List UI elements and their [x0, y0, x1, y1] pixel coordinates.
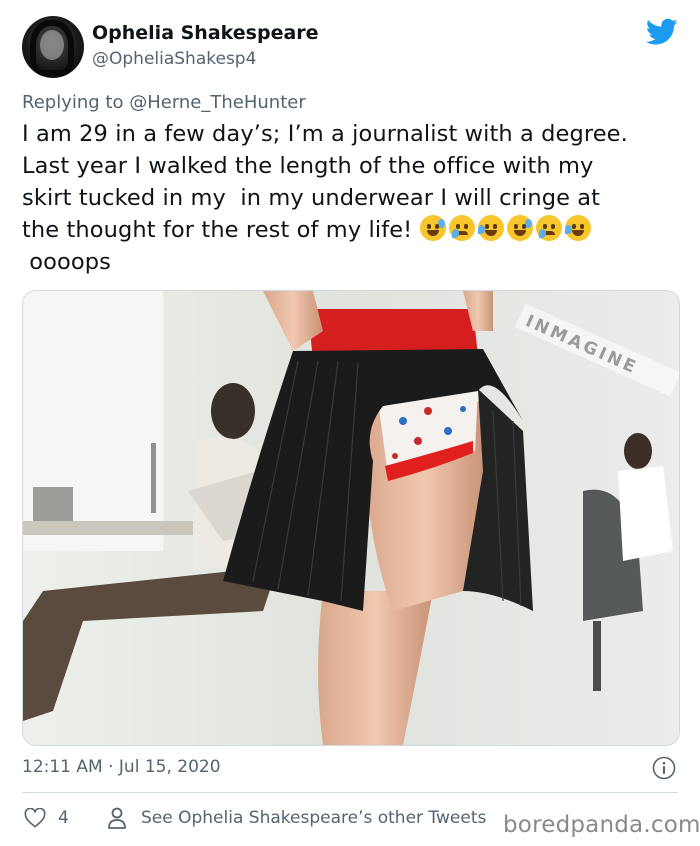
- author-name[interactable]: Ophelia Shakespeare: [92, 22, 319, 44]
- tweet-line-2: Last year I walked the length of the off…: [22, 153, 594, 179]
- like-count[interactable]: 4: [58, 808, 69, 828]
- tweet-media-image[interactable]: INMAGINE: [22, 290, 680, 746]
- office-photo: INMAGINE: [23, 291, 679, 745]
- divider: [22, 792, 678, 793]
- tweet-line-1: I am 29 in a few day’s; I’m a journalist…: [22, 121, 628, 147]
- joy-emoji-icon: [477, 215, 504, 241]
- reply-prefix: Replying to: [22, 92, 130, 113]
- sweat-smile-emoji-icon: [506, 215, 533, 241]
- tweet-timestamp[interactable]: 12:11 AM · Jul 15, 2020: [22, 757, 221, 777]
- person-icon[interactable]: [107, 807, 127, 829]
- tweet-last-line: oooops: [22, 249, 111, 275]
- heart-icon[interactable]: [24, 808, 46, 828]
- sweat-smile-emoji-icon: [419, 215, 446, 241]
- crying-emoji-icon: [448, 215, 475, 241]
- avatar-face: [40, 30, 64, 60]
- reply-context: Replying to @Herne_TheHunter: [22, 92, 306, 113]
- see-other-tweets-link[interactable]: See Ophelia Shakespeare’s other Tweets: [141, 808, 486, 828]
- info-icon[interactable]: [652, 756, 676, 780]
- tweet-line-4: the thought for the rest of my life!: [22, 217, 420, 243]
- crying-emoji-icon: [535, 215, 562, 241]
- twitter-bird-icon[interactable]: [646, 18, 678, 46]
- joy-emoji-icon: [564, 215, 591, 241]
- site-watermark: boredpanda.com: [503, 812, 700, 838]
- reply-mention-link[interactable]: @Herne_TheHunter: [129, 92, 306, 113]
- tweet-line-3: skirt tucked in my in my underwear I wil…: [22, 185, 601, 211]
- tweet-text: I am 29 in a few day’s; I’m a journalist…: [22, 118, 682, 278]
- avatar[interactable]: [22, 16, 84, 78]
- author-handle[interactable]: @OpheliaShakesp4: [92, 49, 256, 69]
